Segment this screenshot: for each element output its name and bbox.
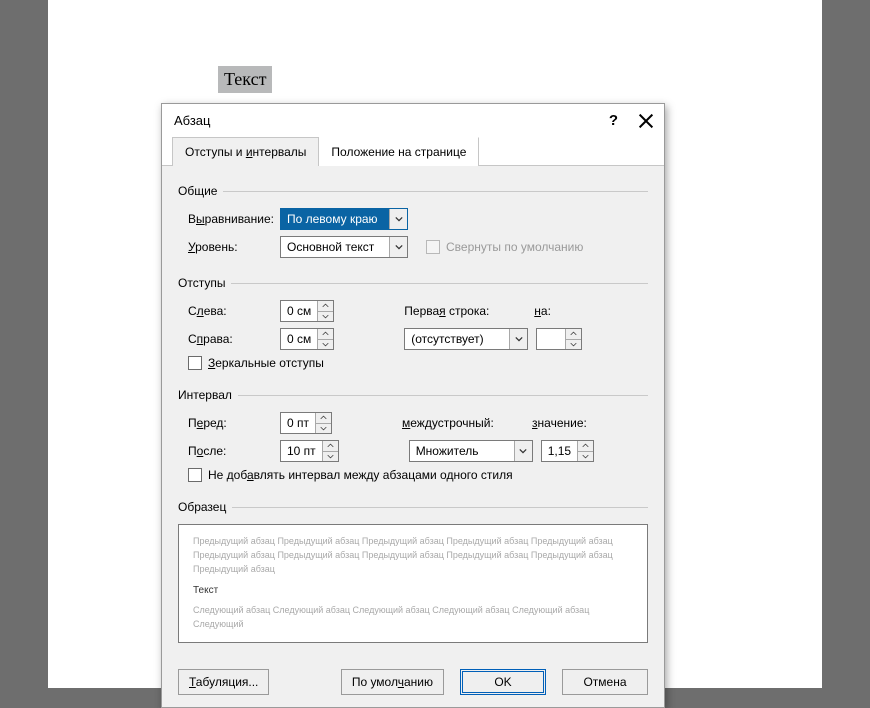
tabs-button[interactable]: Табуляция...: [178, 669, 269, 695]
alignment-label: Выравнивание:: [188, 212, 280, 226]
help-button[interactable]: ?: [609, 112, 618, 129]
line-spacing-combo[interactable]: Множитель: [409, 440, 533, 462]
selected-text: Текст: [218, 66, 272, 93]
group-indents: Отступы: [178, 276, 648, 290]
group-spacing: Интервал: [178, 388, 648, 402]
chevron-down-icon: [389, 209, 407, 229]
before-label: Перед:: [188, 416, 280, 430]
preview-next: Следующий абзац Следующий абзац Следующи…: [193, 604, 633, 632]
no-space-checkbox[interactable]: Не добавлять интервал между абзацами одн…: [188, 468, 513, 482]
at-label: значение:: [532, 416, 592, 430]
group-preview: Образец: [178, 500, 648, 514]
dialog-title: Абзац: [174, 113, 210, 128]
collapsed-checkbox: Свернуты по умолчанию: [426, 240, 583, 254]
chevron-down-icon: [509, 329, 527, 349]
right-spinner[interactable]: 0 см: [280, 328, 334, 350]
cancel-button[interactable]: Отмена: [562, 669, 648, 695]
first-line-combo[interactable]: (отсутствует): [404, 328, 528, 350]
left-spinner[interactable]: 0 см: [280, 300, 334, 322]
up-icon: [318, 301, 333, 312]
tab-indents[interactable]: Отступы и интервалы: [172, 137, 319, 166]
close-icon[interactable]: [638, 113, 654, 129]
before-spinner[interactable]: 0 пт: [280, 412, 332, 434]
paragraph-dialog: Абзац ? Отступы и интервалы Положение на…: [161, 103, 665, 708]
dialog-footer: Табуляция... По умолчанию OK Отмена: [162, 657, 664, 707]
default-button[interactable]: По умолчанию: [341, 669, 444, 695]
at-spinner[interactable]: 1,15: [541, 440, 594, 462]
level-combo[interactable]: Основной текст: [280, 236, 408, 258]
level-label: Уровень:: [188, 240, 280, 254]
group-general: Общие: [178, 184, 648, 198]
preview-box: Предыдущий абзац Предыдущий абзац Предыд…: [178, 524, 648, 643]
alignment-combo[interactable]: По левому краю: [280, 208, 408, 230]
down-icon: [318, 312, 333, 322]
titlebar: Абзац ?: [162, 104, 664, 137]
by-spinner[interactable]: [536, 328, 582, 350]
mirror-checkbox[interactable]: Зеркальные отступы: [188, 356, 324, 370]
tab-label: Отступы и интервалы: [185, 145, 306, 159]
chevron-down-icon: [514, 441, 532, 461]
preview-prev: Предыдущий абзац Предыдущий абзац Предыд…: [193, 535, 633, 577]
first-line-label: Первая строка:: [404, 304, 534, 318]
tab-label: Положение на странице: [331, 145, 466, 159]
tabstrip: Отступы и интервалы Положение на страниц…: [162, 137, 664, 166]
line-spacing-label: междустрочный:: [402, 416, 532, 430]
after-label: После:: [188, 444, 280, 458]
by-label: на:: [534, 304, 574, 318]
ok-button[interactable]: OK: [460, 669, 546, 695]
right-label: Справа:: [188, 332, 280, 346]
after-spinner[interactable]: 10 пт: [280, 440, 339, 462]
tab-position[interactable]: Положение на странице: [318, 137, 479, 166]
chevron-down-icon: [389, 237, 407, 257]
left-label: Слева:: [188, 304, 280, 318]
preview-main: Текст: [193, 583, 633, 599]
panel: Общие Выравнивание: По левому краю Урове…: [162, 166, 664, 657]
